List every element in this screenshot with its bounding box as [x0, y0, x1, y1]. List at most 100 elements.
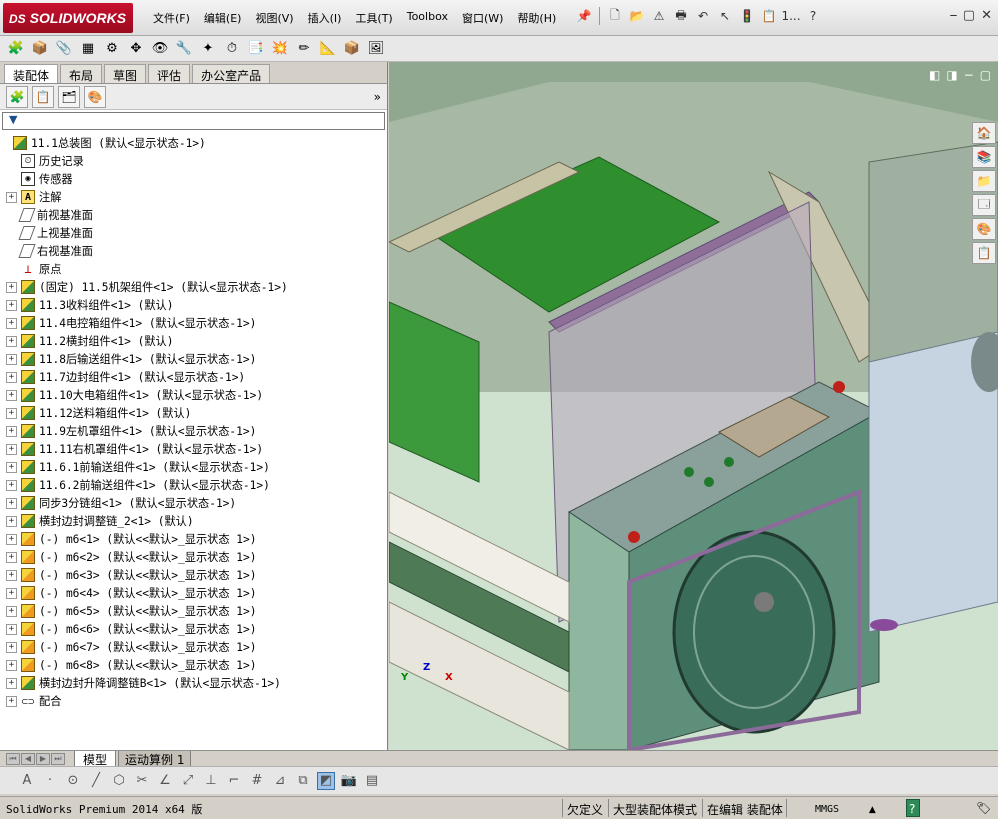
tree-item[interactable]: + 同步3分链组<1> (默认<显示状态-1>) — [0, 494, 387, 512]
solidworks-logo[interactable]: DS SOLIDWORKS — [3, 3, 133, 33]
tab-assembly[interactable]: 装配体 — [4, 64, 59, 83]
tab-evaluate[interactable]: 评估 — [148, 64, 191, 83]
file-properties-icon[interactable]: 📋 — [759, 6, 779, 26]
menu-view[interactable]: 视图(V) — [248, 10, 300, 26]
tree-item[interactable]: + (-) m6<6> (默认<<默认>_显示状态 1>) — [0, 620, 387, 638]
design-library-icon[interactable]: 📚 — [972, 146, 996, 168]
tree-item[interactable]: + (-) m6<5> (默认<<默认>_显示状态 1>) — [0, 602, 387, 620]
expand-toggle-icon[interactable]: + — [6, 533, 17, 545]
print-icon[interactable]: 🖶 — [671, 6, 691, 26]
view-palette-icon[interactable]: 🗔 — [972, 194, 996, 216]
polygon-icon[interactable]: ⬡ — [110, 772, 128, 790]
expand-toggle-icon[interactable]: + — [6, 461, 17, 473]
line-icon[interactable]: ╱ — [87, 772, 105, 790]
expand-toggle-icon[interactable]: + — [6, 497, 17, 509]
tree-item[interactable]: +11.4电控箱组件<1> (默认<显示状态-1>) — [0, 314, 387, 332]
menu-edit[interactable]: 编辑(E) — [197, 10, 249, 26]
tree-item[interactable]: + (-) m6<1> (默认<<默认>_显示状态 1>) — [0, 530, 387, 548]
next-tab-icon[interactable]: ▶ — [36, 753, 50, 765]
tree-item[interactable]: + ⊂⊃ 配合 — [0, 692, 387, 710]
tree-item[interactable]: 右视基准面 — [0, 242, 387, 260]
display-manager-tab-icon[interactable]: 🎨 — [84, 85, 106, 108]
tree-item[interactable]: + (-) m6<3> (默认<<默认>_显示状态 1>) — [0, 566, 387, 584]
circle-icon[interactable]: ⊙ — [64, 772, 82, 790]
tree-item[interactable]: + 横封边封调整链_2<1> (默认) — [0, 512, 387, 530]
smart-dimension-icon[interactable]: ⤢ — [179, 772, 197, 790]
expand-toggle-icon[interactable]: + — [6, 659, 17, 671]
point-icon[interactable]: · — [41, 772, 59, 790]
angle-icon[interactable]: ∠ — [156, 772, 174, 790]
prev-tab-icon[interactable]: ◀ — [21, 753, 35, 765]
viewport-minimize-icon[interactable]: − — [964, 68, 974, 82]
mate-icon[interactable]: 📎 — [54, 39, 74, 59]
menu-window[interactable]: 窗口(W) — [455, 10, 510, 26]
file-explorer-icon[interactable]: 📁 — [972, 170, 996, 192]
expand-toggle-icon[interactable]: + — [6, 353, 17, 365]
last-tab-icon[interactable]: ⏭ — [51, 753, 65, 765]
first-tab-icon[interactable]: ⏮ — [6, 753, 20, 765]
new-assembly-icon[interactable]: 📦 — [30, 39, 50, 59]
tab-layout[interactable]: 布局 — [60, 64, 103, 83]
resources-home-icon[interactable]: 🏠 — [972, 122, 996, 144]
tag-icon[interactable]: 🏷 — [972, 799, 995, 817]
explode-line-icon[interactable]: ✏ — [294, 39, 314, 59]
tree-item[interactable]: 11.1总装图 (默认<显示状态-1>) — [0, 134, 387, 152]
tree-item[interactable]: + 横封边封升降调整链B<1> (默认<显示状态-1>) — [0, 674, 387, 692]
viewport-restore-icon[interactable]: ▢ — [980, 68, 991, 82]
tree-item[interactable]: 前视基准面 — [0, 206, 387, 224]
title-overflow[interactable]: 1... — [781, 6, 801, 26]
configuration-manager-tab-icon[interactable]: 🗂 — [58, 85, 80, 108]
annotation-icon[interactable]: A — [18, 772, 36, 790]
linear-pattern-icon[interactable]: ▦ — [78, 39, 98, 59]
expand-toggle-icon[interactable]: + — [6, 641, 17, 653]
tab-model[interactable]: 模型 — [74, 751, 117, 767]
reference-geometry-icon[interactable]: ✦ — [198, 39, 218, 59]
expand-toggle-icon[interactable]: + — [6, 371, 17, 383]
table-icon[interactable]: ▤ — [363, 772, 381, 790]
assembly-features-icon[interactable]: 🔧 — [174, 39, 194, 59]
menu-help[interactable]: 帮助(H) — [510, 10, 563, 26]
relation-icon[interactable]: ⊥ — [202, 772, 220, 790]
speedpak-icon[interactable]: 📦 — [342, 39, 362, 59]
custom-properties-icon[interactable]: 📋 — [972, 242, 996, 264]
property-manager-tab-icon[interactable]: 📋 — [32, 85, 54, 108]
expand-toggle-icon[interactable]: + — [6, 623, 17, 635]
menu-file[interactable]: 文件(F) — [146, 10, 197, 26]
expand-toggle-icon[interactable]: + — [6, 605, 17, 617]
tree-item[interactable]: + (-) m6<8> (默认<<默认>_显示状态 1>) — [0, 656, 387, 674]
insert-components-icon[interactable]: 🧩 — [6, 39, 26, 59]
restore-button[interactable]: ▢ — [963, 8, 975, 23]
tree-item[interactable]: +11.7边封组件<1> (默认<显示状态-1>) — [0, 368, 387, 386]
tree-item[interactable]: + (-) m6<7> (默认<<默认>_显示状态 1>) — [0, 638, 387, 656]
expand-toggle-icon[interactable]: + — [6, 677, 17, 689]
new-motion-study-icon[interactable]: ⏱ — [222, 39, 242, 59]
tree-item[interactable]: + (-) m6<2> (默认<<默认>_显示状态 1>) — [0, 548, 387, 566]
tree-item[interactable]: +11.6.2前输送组件<1> (默认<显示状态-1>) — [0, 476, 387, 494]
undo-icon[interactable]: ↶ — [693, 6, 713, 26]
menu-tools[interactable]: 工具(T) — [348, 10, 399, 26]
select-arrow-icon[interactable]: ↖ — [715, 6, 735, 26]
menu-toolbox[interactable]: Toolbox — [400, 10, 455, 26]
expand-toggle-icon[interactable]: + — [6, 299, 17, 311]
appearances-icon[interactable]: 🎨 — [972, 218, 996, 240]
tree-item[interactable]: + (固定) 11.5机架组件<1> (默认<显示状态-1>) — [0, 278, 387, 296]
warning-icon[interactable]: ⚠ — [649, 6, 669, 26]
exploded-view-icon[interactable]: 💥 — [270, 39, 290, 59]
tree-item[interactable]: +11.10大电箱组件<1> (默认<显示状态-1>) — [0, 386, 387, 404]
smart-fasteners-icon[interactable]: ⚙ — [102, 39, 122, 59]
expand-icon[interactable]: » — [374, 90, 381, 104]
camera-icon[interactable]: 📷 — [340, 772, 358, 790]
tree-item[interactable]: +11.11右机罩组件<1> (默认<显示状态-1>) — [0, 440, 387, 458]
expand-toggle-icon[interactable]: + — [6, 695, 17, 707]
next-view-icon[interactable]: ◨ — [946, 68, 957, 82]
previous-view-icon[interactable]: ◧ — [929, 68, 940, 82]
tree-item[interactable]: ◉ 传感器 — [0, 170, 387, 188]
tree-item[interactable]: + (-) m6<4> (默认<<默认>_显示状态 1>) — [0, 584, 387, 602]
tree-item[interactable]: 上视基准面 — [0, 224, 387, 242]
tab-motion-study[interactable]: 运动算例 1 — [118, 751, 192, 767]
expand-toggle-icon[interactable]: + — [6, 443, 17, 455]
tree-item[interactable]: +11.3收料组件<1> (默认) — [0, 296, 387, 314]
expand-toggle-icon[interactable]: + — [6, 551, 17, 563]
show-hidden-icon[interactable]: 👁 — [150, 39, 170, 59]
open-folder-icon[interactable]: 📂 — [627, 6, 647, 26]
